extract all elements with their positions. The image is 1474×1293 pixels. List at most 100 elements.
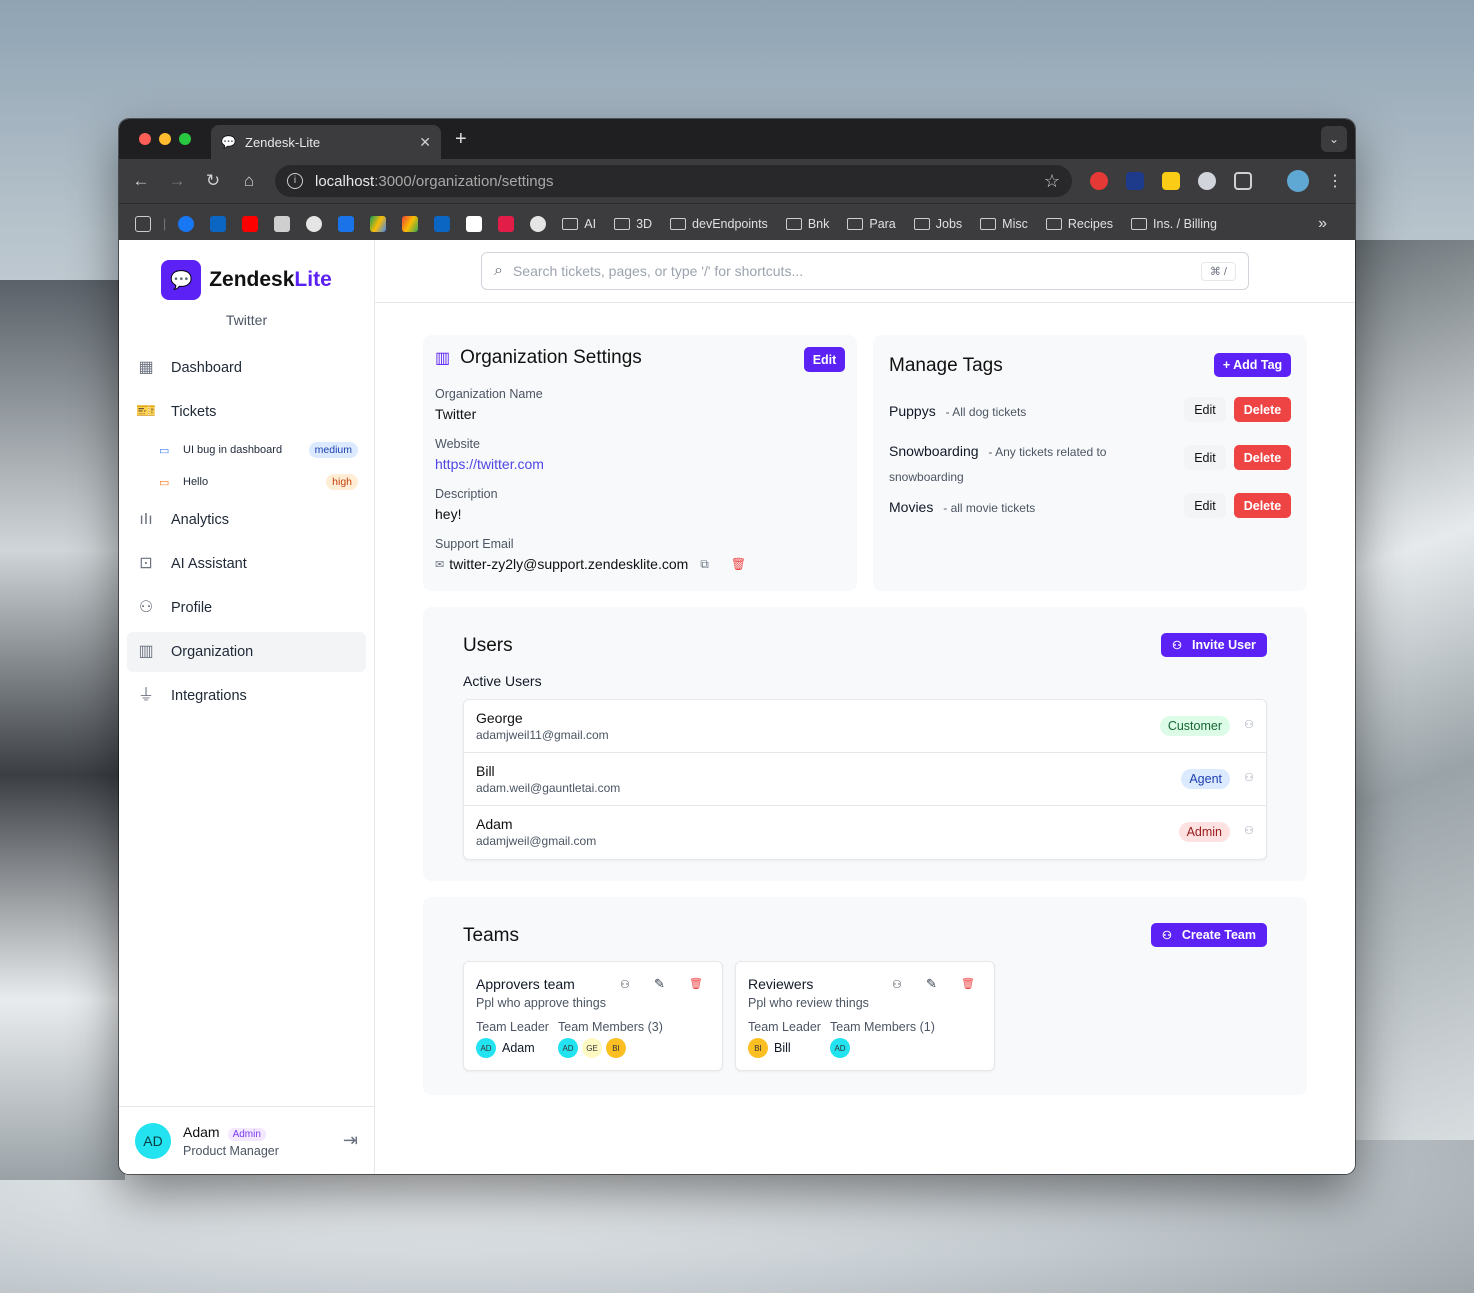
home-icon[interactable]: ⌂ (231, 171, 267, 191)
back-icon[interactable]: ← (123, 171, 159, 191)
kebab-menu-icon[interactable]: ⋮ (1327, 171, 1343, 191)
extension-red-icon[interactable] (1090, 172, 1108, 190)
role-badge: Agent (1181, 769, 1230, 789)
apps-grid-icon[interactable] (135, 215, 151, 232)
trash-icon[interactable]: 🗑 (689, 977, 703, 990)
browser-tab[interactable]: 💬 Zendesk-Lite ✕ (211, 125, 441, 159)
search-input[interactable]: ⌕ Search tickets, pages, or type '/' for… (481, 252, 1249, 290)
url-host: localhost (315, 172, 375, 190)
github-icon[interactable] (306, 215, 323, 232)
tab-search-button[interactable]: ⌄ (1321, 126, 1347, 152)
zoom-window-button[interactable] (179, 133, 191, 145)
bookmark-folder-2[interactable]: devEndpoints (670, 217, 768, 231)
avatar: BI (606, 1038, 626, 1058)
bookmark-folder-4[interactable]: Para (847, 216, 896, 231)
chat-logo-icon: 💬 (161, 260, 202, 300)
flag-icon[interactable] (498, 215, 515, 232)
copy-icon[interactable]: ⧉ (700, 557, 709, 572)
bookmark-folder-3[interactable]: Bnk (785, 217, 829, 231)
avatar[interactable]: AD (135, 1122, 171, 1159)
edit-org-button[interactable]: Edit (804, 347, 845, 372)
bookmark-folder-7[interactable]: Recipes (1045, 217, 1113, 231)
add-tag-button[interactable]: + Add Tag (1214, 353, 1291, 377)
puzzle-extensions-icon[interactable] (1234, 172, 1252, 190)
google-drive-icon[interactable] (370, 215, 387, 232)
logout-icon[interactable]: ⇥ (343, 1130, 358, 1151)
forward-icon[interactable]: → (159, 171, 195, 191)
brand[interactable]: 💬 ZendeskLite (119, 260, 374, 300)
more-bookmarks-icon[interactable]: » (1318, 215, 1327, 233)
minimize-window-button[interactable] (159, 133, 171, 145)
linkedin-2-icon[interactable] (434, 215, 451, 232)
delete-tag-button[interactable]: Delete (1234, 445, 1291, 470)
folder-icon (1045, 217, 1062, 230)
folder-icon (562, 217, 579, 230)
sidebar-item-organization[interactable]: ▥ Organization (127, 632, 366, 672)
priority-badge: medium (308, 442, 358, 458)
users-icon[interactable]: ⚇ (892, 978, 902, 991)
bookmark-star-icon[interactable]: ☆ (1044, 171, 1060, 192)
pencil-icon[interactable]: ✎ (926, 976, 937, 992)
calendar-icon[interactable] (338, 215, 355, 232)
extension-s-icon[interactable] (1198, 172, 1216, 190)
user-settings-icon[interactable]: ⚇ (1244, 718, 1254, 731)
edit-tag-button[interactable]: Edit (1184, 445, 1226, 470)
sidebar-item-ai-assistant[interactable]: ⊡ AI Assistant (127, 544, 366, 584)
bookmark-folder-0[interactable]: AI (562, 217, 596, 231)
folder-icon (847, 217, 864, 230)
site-info-icon[interactable]: i (287, 173, 303, 189)
news-icon[interactable] (274, 215, 291, 232)
trash-icon[interactable]: 🗑 (731, 557, 746, 571)
reload-icon[interactable]: ↻ (195, 171, 231, 191)
brand-name: ZendeskLite (209, 268, 332, 292)
sidebar-item-profile[interactable]: ⚇ Profile (127, 588, 366, 628)
trash-icon[interactable]: 🗑 (961, 977, 975, 990)
profile-avatar-icon[interactable] (1287, 170, 1309, 192)
bookmark-folder-6[interactable]: Misc (980, 217, 1028, 231)
globe-icon[interactable] (530, 215, 547, 232)
facebook-icon[interactable] (178, 215, 195, 232)
sidebar-item-label: Profile (171, 600, 213, 616)
users-icon[interactable]: ⚇ (620, 978, 630, 991)
amazon-icon[interactable] (466, 215, 483, 232)
leader-name: Adam (502, 1041, 535, 1055)
user-settings-icon[interactable]: ⚇ (1244, 824, 1254, 837)
user-settings-icon[interactable]: ⚇ (1244, 771, 1254, 784)
search-shortcut: ⌘ / (1200, 261, 1236, 281)
tag-description-cont: snowboarding (889, 470, 964, 484)
ticket-list-item[interactable]: ▭ UI bug in dashboard medium (127, 436, 366, 464)
members-label: Team Members (3) (558, 1020, 663, 1034)
google-photos-icon[interactable] (402, 215, 419, 232)
tag-description: - Any tickets related to (988, 445, 1107, 459)
invite-user-button[interactable]: ⚇ Invite User (1161, 633, 1267, 657)
new-tab-button[interactable]: + (455, 128, 467, 151)
address-bar[interactable]: i localhost:3000/organization/settings ☆ (275, 165, 1072, 197)
delete-tag-button[interactable]: Delete (1234, 493, 1291, 518)
user-email: adam.weil@gauntletai.com (476, 781, 621, 795)
bookmark-folder-label: Para (869, 216, 896, 231)
ticket-title: Hello (183, 476, 209, 488)
sidebar-item-analytics[interactable]: ıIı Analytics (127, 500, 366, 540)
delete-tag-button[interactable]: Delete (1234, 397, 1291, 422)
sidebar-item-integrations[interactable]: ⏚ Integrations (127, 676, 366, 716)
create-team-button[interactable]: ⚇ Create Team (1151, 923, 1267, 947)
edit-tag-button[interactable]: Edit (1184, 493, 1226, 518)
list-item: Adam adamjweil@gmail.com Admin ⚇ (464, 806, 1266, 859)
youtube-icon[interactable] (242, 215, 259, 232)
website-link[interactable]: https://twitter.com (435, 456, 544, 472)
bookmark-folder-1[interactable]: 3D (614, 217, 652, 231)
linkedin-icon[interactable] (210, 215, 227, 232)
sidebar-item-tickets[interactable]: 🎫 Tickets (127, 392, 366, 432)
ticket-list-item[interactable]: ▭ Hello high (127, 468, 366, 496)
bookmark-folder-8[interactable]: Ins. / Billing (1131, 217, 1217, 231)
wallpaper-left (0, 280, 125, 1180)
bookmark-folder-5[interactable]: Jobs (913, 217, 962, 231)
sidebar-item-dashboard[interactable]: ▦ Dashboard (127, 348, 366, 388)
edit-tag-button[interactable]: Edit (1184, 397, 1226, 422)
close-tab-icon[interactable]: ✕ (419, 134, 431, 151)
extension-yellow-icon[interactable] (1162, 172, 1180, 190)
extension-eye-icon[interactable] (1126, 172, 1144, 190)
close-window-button[interactable] (139, 133, 151, 145)
folder-icon (913, 217, 930, 230)
pencil-icon[interactable]: ✎ (654, 976, 665, 992)
